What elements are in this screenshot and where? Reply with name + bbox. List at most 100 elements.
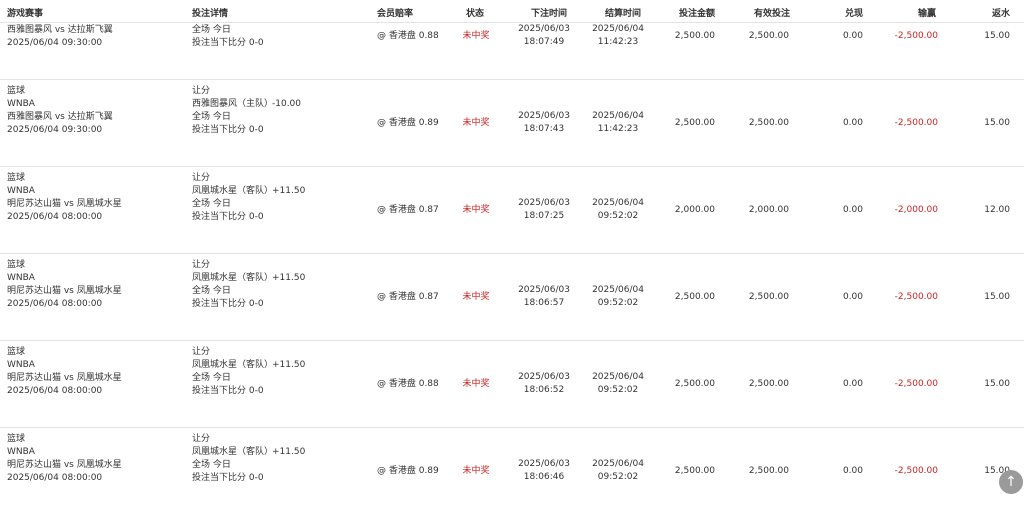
valid-bet: 2,500.00 <box>748 31 789 41</box>
col-settle-time: 结算时间 <box>605 9 642 19</box>
match-time: 2025/06/04 08:00:00 <box>7 299 103 309</box>
bet-amount: 2,500.00 <box>674 466 715 476</box>
status-badge: 未中奖 <box>462 31 490 41</box>
match-name: 明尼苏达山猫 vs 凤凰城水星 <box>7 460 122 470</box>
valid-bet: 2,500.00 <box>748 466 789 476</box>
cash-out: 0.00 <box>842 118 863 128</box>
bet-type: 让分 <box>192 86 211 96</box>
match-name: 西雅图暴风 vs 达拉斯飞翼 <box>7 25 113 35</box>
bet-date: 2025/06/03 <box>518 111 570 121</box>
settle-clock: 11:42:23 <box>597 124 639 134</box>
bet-scope: 全场 今日 <box>192 112 231 122</box>
bet-line: +11.50 <box>272 447 306 457</box>
bet-clock: 18:06:57 <box>523 298 565 308</box>
settle-clock: 11:42:23 <box>597 37 639 47</box>
odds-value: @ 香港盘 0.88 <box>377 379 439 389</box>
bet-clock: 18:06:46 <box>523 472 565 482</box>
bet-time-cell: 2025/06/03 18:06:52 <box>518 371 570 397</box>
settle-time-cell: 2025/06/04 09:52:02 <box>592 458 644 484</box>
bet-clock: 18:07:43 <box>523 124 565 134</box>
table-row: 篮球 WNBA 明尼苏达山猫 vs 凤凰城水星 2025/06/04 08:00… <box>0 253 1024 341</box>
bet-clock: 18:06:52 <box>523 385 565 395</box>
bet-detail-cell: 让分 西雅图暴风（主队） -10.00 全场 今日 投注当下比分 0-0 <box>192 85 301 137</box>
settle-time-cell: 2025/06/04 09:52:02 <box>592 371 644 397</box>
settle-clock: 09:52:02 <box>597 298 639 308</box>
table-row: 篮球 WNBA 明尼苏达山猫 vs 凤凰城水星 2025/06/04 08:00… <box>0 166 1024 254</box>
col-winloss: 输赢 <box>918 9 937 19</box>
sport-name: 篮球 <box>7 434 26 444</box>
settle-date: 2025/06/04 <box>592 459 644 469</box>
bet-date: 2025/06/03 <box>518 459 570 469</box>
col-detail: 投注详情 <box>192 9 229 19</box>
match-time: 2025/06/04 08:00:00 <box>7 212 103 222</box>
league-name: WNBA <box>7 99 35 109</box>
settle-date: 2025/06/04 <box>592 24 644 34</box>
bet-score: 投注当下比分 0-0 <box>192 299 264 309</box>
bet-team: 凤凰城水星（客队） <box>192 186 274 196</box>
bet-team: 凤凰城水星（客队） <box>192 447 274 457</box>
bet-time-cell: 2025/06/03 18:07:25 <box>518 197 570 223</box>
bet-amount: 2,500.00 <box>674 292 715 302</box>
game-cell: 篮球 WNBA 明尼苏达山猫 vs 凤凰城水星 2025/06/04 08:00… <box>7 172 122 224</box>
bet-score: 投注当下比分 0-0 <box>192 38 264 48</box>
win-loss: -2,000.00 <box>894 205 938 215</box>
game-cell: 篮球 WNBA 明尼苏达山猫 vs 凤凰城水星 2025/06/04 08:00… <box>7 259 122 311</box>
status-badge: 未中奖 <box>462 292 490 302</box>
arrow-up-icon: ↑ <box>1005 474 1017 490</box>
settle-time-cell: 2025/06/04 11:42:23 <box>592 23 644 49</box>
win-loss: -2,500.00 <box>894 466 938 476</box>
bet-time-cell: 2025/06/03 18:07:49 <box>518 23 570 49</box>
valid-bet: 2,500.00 <box>748 379 789 389</box>
bet-time-cell: 2025/06/03 18:07:43 <box>518 110 570 136</box>
match-time: 2025/06/04 09:30:00 <box>7 38 103 48</box>
odds-value: @ 香港盘 0.88 <box>377 31 439 41</box>
bet-team: 西雅图暴风（主队） <box>192 99 274 109</box>
bet-date: 2025/06/03 <box>518 285 570 295</box>
bet-time-cell: 2025/06/03 18:06:57 <box>518 284 570 310</box>
bet-detail-cell: 让分 凤凰城水星（客队） +11.50 全场 今日 投注当下比分 0-0 <box>192 346 305 398</box>
bet-detail-cell: 让分 凤凰城水星（客队） +11.50 全场 今日 投注当下比分 0-0 <box>192 433 305 485</box>
rebate-value: 15.00 <box>984 31 1010 41</box>
bet-date: 2025/06/03 <box>518 372 570 382</box>
settle-date: 2025/06/04 <box>592 111 644 121</box>
cash-out: 0.00 <box>842 466 863 476</box>
league-name: WNBA <box>7 273 35 283</box>
bet-amount: 2,000.00 <box>674 205 715 215</box>
table-row: 篮球 WNBA 明尼苏达山猫 vs 凤凰城水星 2025/06/04 08:00… <box>0 427 1024 501</box>
odds-value: @ 香港盘 0.89 <box>377 118 439 128</box>
bet-clock: 18:07:25 <box>523 211 565 221</box>
bet-amount: 2,500.00 <box>674 118 715 128</box>
bet-team: 凤凰城水星（客队） <box>192 360 274 370</box>
settle-clock: 09:52:02 <box>597 472 639 482</box>
bet-type: 让分 <box>192 173 211 183</box>
bet-scope: 全场 今日 <box>192 199 231 209</box>
bet-scope: 全场 今日 <box>192 373 231 383</box>
table-row: 篮球 WNBA 明尼苏达山猫 vs 凤凰城水星 2025/06/04 08:00… <box>0 340 1024 428</box>
match-time: 2025/06/04 08:00:00 <box>7 473 103 483</box>
bet-score: 投注当下比分 0-0 <box>192 212 264 222</box>
status-badge: 未中奖 <box>462 205 490 215</box>
sport-name: 篮球 <box>7 260 26 270</box>
win-loss: -2,500.00 <box>894 292 938 302</box>
league-name: WNBA <box>7 360 35 370</box>
cash-out: 0.00 <box>842 31 863 41</box>
match-time: 2025/06/04 09:30:00 <box>7 125 103 135</box>
game-cell: 篮球 WNBA 明尼苏达山猫 vs 凤凰城水星 2025/06/04 08:00… <box>7 346 122 398</box>
col-game: 游戏赛事 <box>7 9 44 19</box>
scroll-top-button[interactable]: ↑ <box>999 470 1023 494</box>
game-cell: 篮球 WNBA 明尼苏达山猫 vs 凤凰城水星 2025/06/04 08:00… <box>7 433 122 485</box>
game-cell: 篮球 WNBA 西雅图暴风 vs 达拉斯飞翼 2025/06/04 09:30:… <box>7 85 113 137</box>
bet-time-cell: 2025/06/03 18:06:46 <box>518 458 570 484</box>
bet-clock: 18:07:49 <box>523 37 565 47</box>
col-cash: 兑现 <box>845 9 864 19</box>
bet-score: 投注当下比分 0-0 <box>192 125 264 135</box>
bet-amount: 2,500.00 <box>674 379 715 389</box>
match-name: 明尼苏达山猫 vs 凤凰城水星 <box>7 286 122 296</box>
match-name: 明尼苏达山猫 vs 凤凰城水星 <box>7 199 122 209</box>
league-name: WNBA <box>7 186 35 196</box>
odds-value: @ 香港盘 0.89 <box>377 466 439 476</box>
match-time: 2025/06/04 08:00:00 <box>7 386 103 396</box>
win-loss: -2,500.00 <box>894 379 938 389</box>
bet-line: +11.50 <box>272 360 306 370</box>
win-loss: -2,500.00 <box>894 118 938 128</box>
